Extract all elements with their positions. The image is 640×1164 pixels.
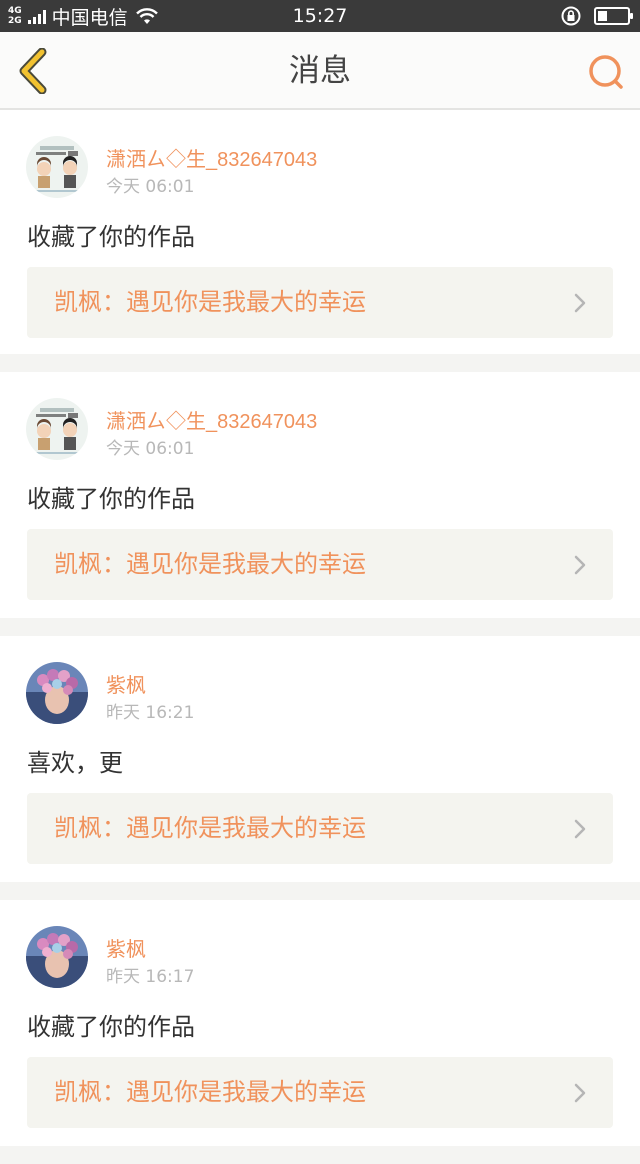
message-card: 紫枫 昨天 16:17 收藏了你的作品 凯枫：遇见你是我最大的幸运: [0, 900, 640, 1146]
work-title: 凯枫：遇见你是我最大的幸运: [54, 814, 366, 842]
chevron-right-icon: [574, 293, 586, 313]
avatar[interactable]: [26, 926, 88, 988]
message-time: 昨天 16:17: [106, 967, 195, 987]
work-title: 凯枫：遇见你是我最大的幸运: [54, 288, 366, 316]
work-link[interactable]: 凯枫：遇见你是我最大的幸运: [27, 529, 613, 600]
message-action: 收藏了你的作品: [27, 223, 195, 251]
rotation-lock-icon: [561, 6, 581, 26]
chevron-right-icon: [574, 819, 586, 839]
girl-photo-avatar-icon: [26, 662, 88, 724]
avatar[interactable]: [26, 662, 88, 724]
search-icon[interactable]: [586, 52, 626, 92]
username[interactable]: 紫枫: [106, 933, 146, 962]
status-right: [560, 0, 633, 32]
battery-icon: [594, 7, 633, 25]
message-card: 紫枫 昨天 16:21 喜欢，更 凯枫：遇见你是我最大的幸运: [0, 636, 640, 882]
work-link[interactable]: 凯枫：遇见你是我最大的幸运: [27, 793, 613, 864]
message-time: 今天 06:01: [106, 439, 195, 459]
girl-photo-avatar-icon: [26, 926, 88, 988]
cartoon-couple-avatar-icon: [26, 398, 88, 460]
username[interactable]: 潇洒ㄙ◇生_832647043: [106, 143, 317, 172]
status-bar: 4G 2G 中国电信 15:27: [0, 0, 640, 32]
avatar[interactable]: [26, 398, 88, 460]
work-title: 凯枫：遇见你是我最大的幸运: [54, 550, 366, 578]
message-action: 收藏了你的作品: [27, 485, 195, 513]
message-time: 今天 06:01: [106, 177, 195, 197]
message-card: 潇洒ㄙ◇生_832647043 今天 06:01 收藏了你的作品 凯枫：遇见你是…: [0, 372, 640, 618]
chevron-right-icon: [574, 1083, 586, 1103]
cartoon-couple-avatar-icon: [26, 136, 88, 198]
status-time: 15:27: [292, 5, 348, 27]
message-action: 收藏了你的作品: [27, 1013, 195, 1041]
avatar[interactable]: [26, 136, 88, 198]
message-action: 喜欢，更: [27, 749, 123, 777]
message-card: 潇洒ㄙ◇生_832647043 今天 06:01 收藏了你的作品 凯枫：遇见你是…: [0, 110, 640, 354]
page-title: 消息: [289, 53, 351, 89]
chevron-right-icon: [574, 555, 586, 575]
username[interactable]: 潇洒ㄙ◇生_832647043: [106, 405, 317, 434]
message-time: 昨天 16:21: [106, 703, 195, 723]
message-list: 潇洒ㄙ◇生_832647043 今天 06:01 收藏了你的作品 凯枫：遇见你是…: [0, 110, 640, 1164]
work-link[interactable]: 凯枫：遇见你是我最大的幸运: [27, 267, 613, 338]
work-link[interactable]: 凯枫：遇见你是我最大的幸运: [27, 1057, 613, 1128]
work-title: 凯枫：遇见你是我最大的幸运: [54, 1078, 366, 1106]
nav-bar: 消息: [0, 32, 640, 110]
username[interactable]: 紫枫: [106, 669, 146, 698]
